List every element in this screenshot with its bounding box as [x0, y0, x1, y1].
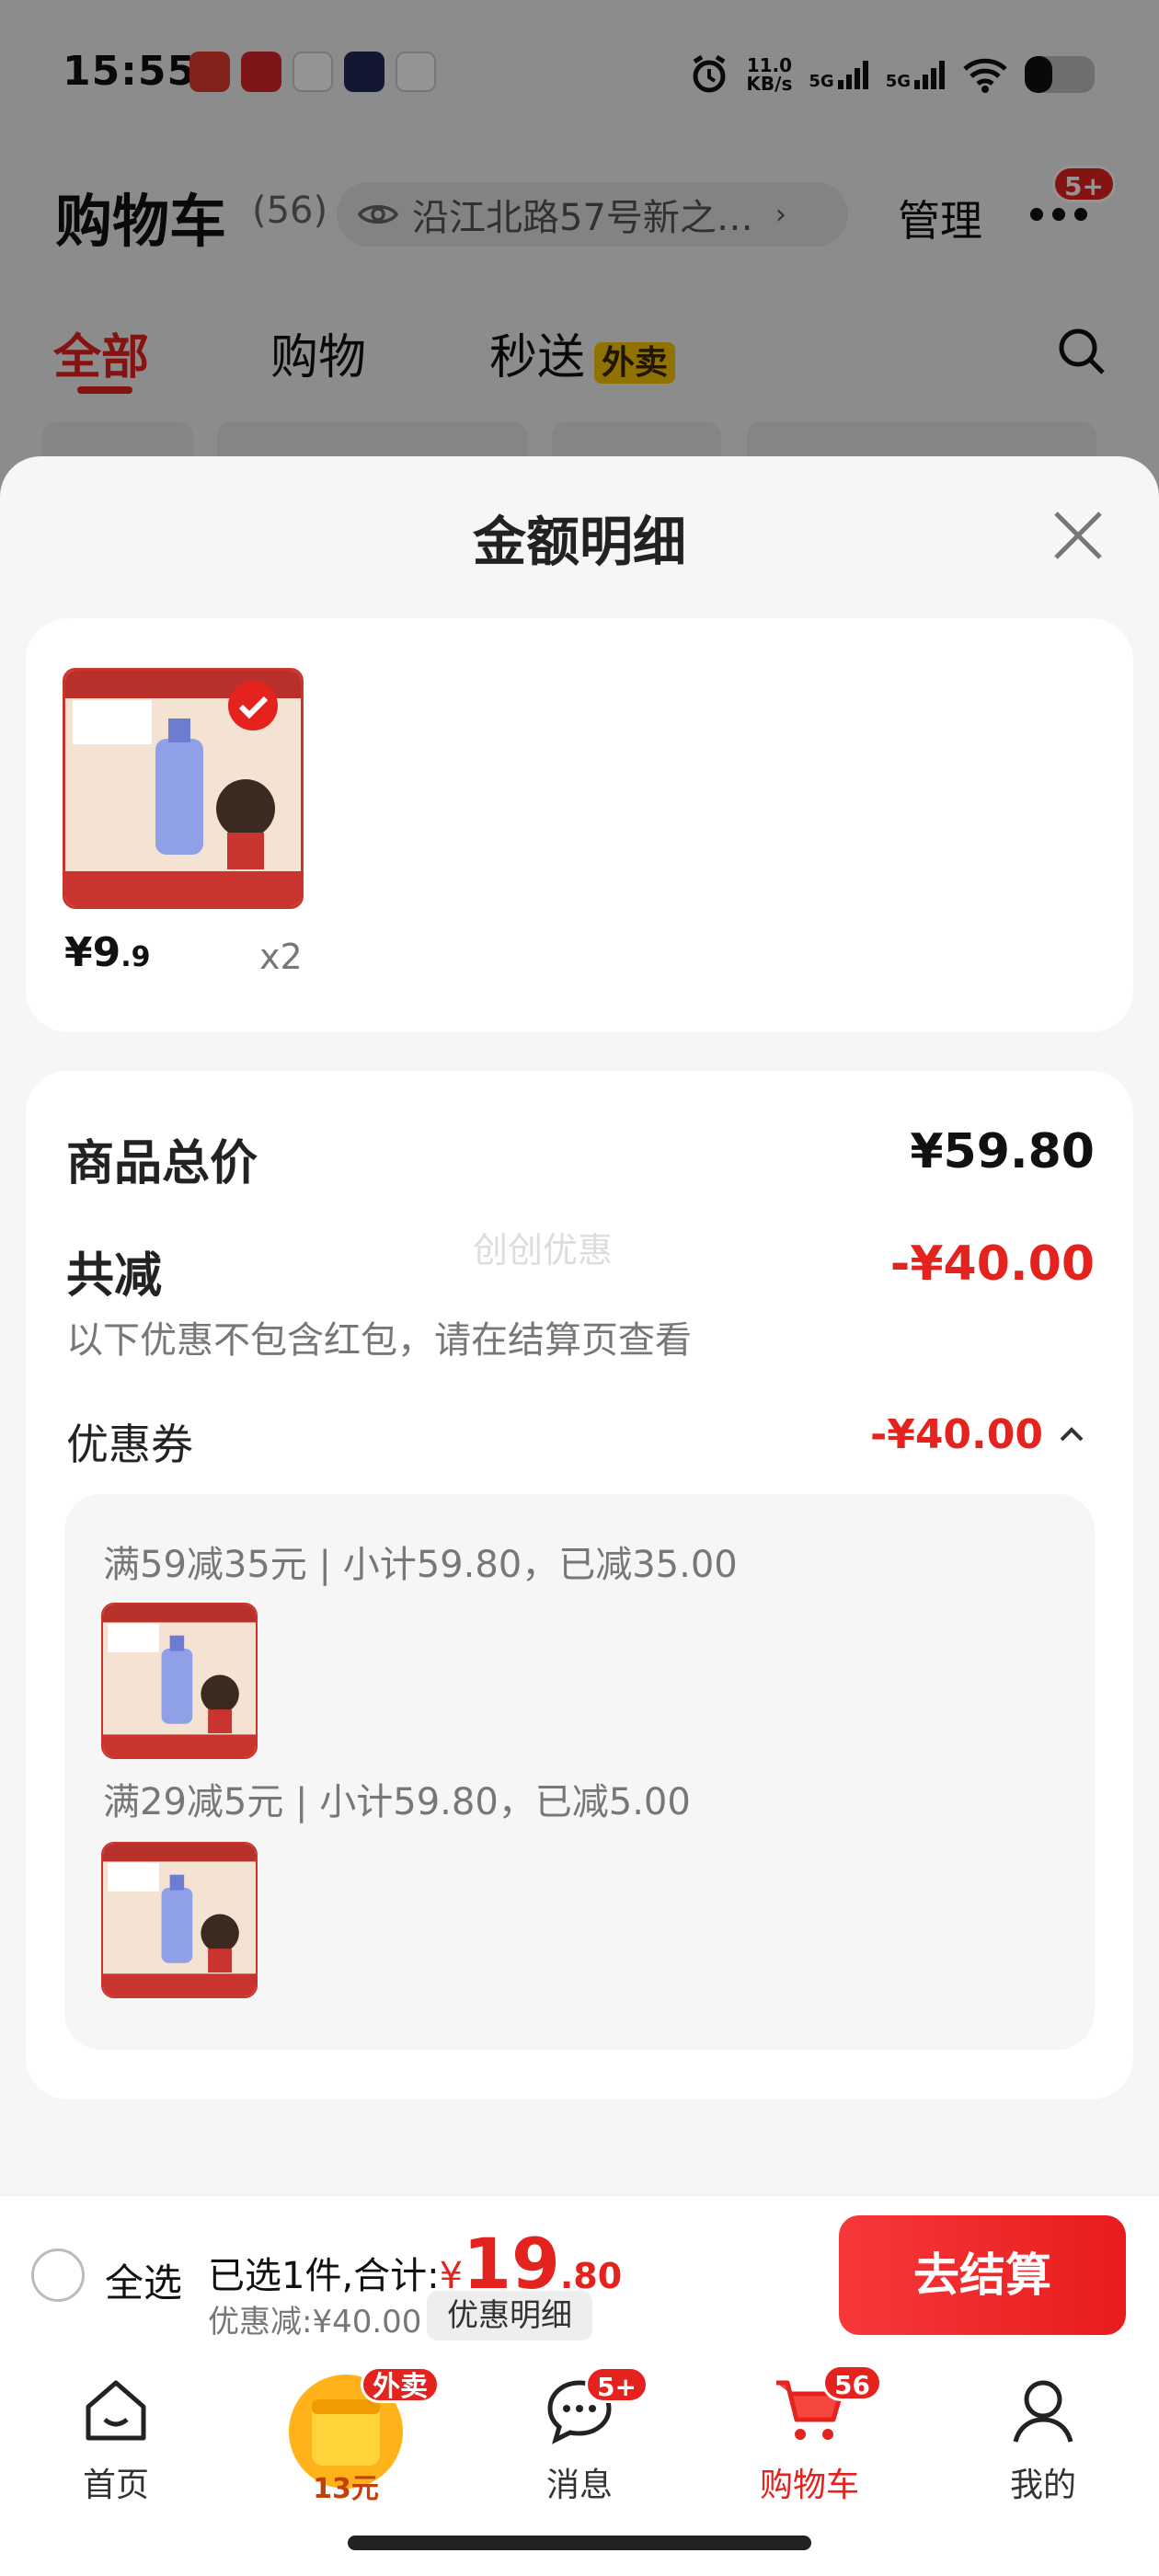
- profile-icon: [1013, 2380, 1073, 2443]
- nav-profile[interactable]: 我的: [970, 2374, 1117, 2506]
- nav-home[interactable]: 首页: [42, 2374, 189, 2506]
- coupon-value[interactable]: -¥40.00: [870, 1411, 1043, 1458]
- product-quantity: x2: [259, 937, 303, 977]
- coupon-label: 优惠券: [66, 1420, 193, 1469]
- discount-summary: 优惠减:¥40.00: [208, 2304, 422, 2340]
- takeout-coupon-amount: 13元: [313, 2473, 379, 2505]
- discount-note: 以下优惠不包含红包，请在结算页查看: [66, 1319, 692, 1362]
- cart-badge: 56: [822, 2364, 882, 2401]
- messages-badge: 5+: [585, 2366, 648, 2403]
- takeout-badge: 外卖: [361, 2366, 440, 2403]
- discount-detail-button[interactable]: 优惠明细: [427, 2291, 592, 2340]
- total-discount-label: 共减: [66, 1248, 163, 1304]
- total-price-value: ¥59.80: [910, 1124, 1095, 1179]
- chevron-up-icon[interactable]: [1058, 1424, 1085, 1444]
- checked-icon[interactable]: [226, 679, 280, 732]
- coupon-detail-line: 满59减35元 | 小计59.80，已减35.00: [103, 1544, 738, 1586]
- total-price-label: 商品总价: [66, 1136, 258, 1191]
- watermark: 创创优惠: [473, 1230, 614, 1271]
- select-all-radio[interactable]: [31, 2248, 85, 2302]
- total-discount-value: -¥40.00: [889, 1236, 1095, 1292]
- modal-overlay[interactable]: [0, 0, 1159, 515]
- coupon-product-image: [101, 1842, 258, 1998]
- product-price: ¥9.9: [64, 929, 151, 976]
- home-icon: [86, 2380, 146, 2441]
- checkout-button[interactable]: 去结算: [839, 2215, 1126, 2335]
- home-indicator[interactable]: [348, 2536, 811, 2550]
- select-all-label[interactable]: 全选: [105, 2252, 182, 2308]
- sheet-title: 金额明细: [472, 511, 686, 573]
- coupon-detail-line: 满29减5元 | 小计59.80，已减5.00: [103, 1781, 691, 1823]
- coupon-product-image: [101, 1603, 258, 1759]
- close-icon[interactable]: [1049, 506, 1107, 565]
